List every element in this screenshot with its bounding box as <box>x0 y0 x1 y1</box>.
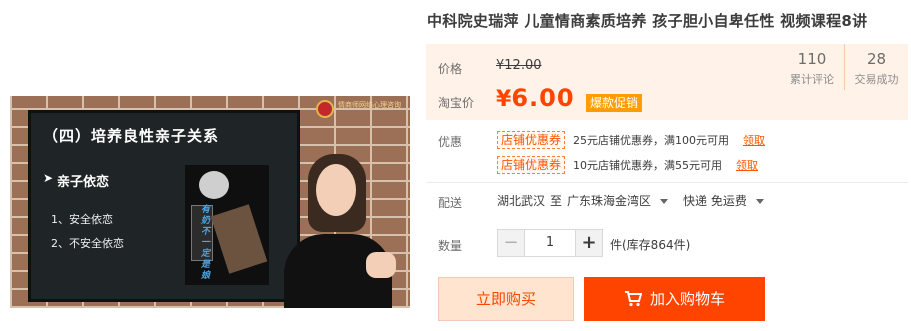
stat-number: 110 <box>797 50 827 68</box>
stat-caption: 累计评论 <box>790 73 834 86</box>
ship-to-word: 至 <box>550 194 563 208</box>
product-image[interactable]: （四）培养良性亲子关系 ➤ 亲子依恋 1、安全依恋 2、不安全依恋 有奶不一定是… <box>10 96 410 308</box>
shipping-label: 配送 <box>438 196 463 210</box>
coupon-tag: 店铺优惠券 <box>497 131 566 149</box>
buy-now-button[interactable]: 立即购买 <box>438 277 574 321</box>
shipping-method-text: 快递 免运费 <box>683 194 747 208</box>
arrow-icon: ➤ <box>43 171 54 185</box>
stat-number: 28 <box>866 50 887 68</box>
quantity-input[interactable]: 1 <box>525 229 575 257</box>
claim-coupon-link[interactable]: 领取 <box>736 157 758 173</box>
destination-selector[interactable]: 广东珠海金湾区 <box>567 192 669 209</box>
slide-item: 1、安全依恋 <box>51 213 113 226</box>
shipping-method-selector[interactable]: 快递 免运费 <box>683 192 764 209</box>
price-label: 价格 <box>438 62 463 76</box>
price-panel: 价格 ¥12.00 淘宝价 ¥6.00 爆款促销 110 累计评论 28 交易成… <box>426 44 908 120</box>
current-price: ¥6.00 <box>496 84 575 112</box>
coupon-row: 店铺优惠券 10元店铺优惠券，满55元可用 领取 <box>497 155 758 175</box>
coupon-description: 25元店铺优惠券，满100元可用 <box>573 134 730 147</box>
sales-stats: 110 累计评论 28 交易成功 <box>780 44 908 90</box>
quantity-stepper: − 1 + <box>497 229 603 257</box>
cart-icon <box>624 291 642 307</box>
coupon-description: 10元店铺优惠券，满55元可用 <box>573 159 723 172</box>
quantity-label: 数量 <box>438 239 463 253</box>
product-title: 中科院史瑞萍 儿童情商素质培养 孩子胆小自卑任性 视频课程8讲 <box>427 12 868 30</box>
slide-photo: 有奶不一定是娘 <box>185 165 269 285</box>
slide-title: （四）培养良性亲子关系 <box>43 127 220 145</box>
slide-heading: 亲子依恋 <box>57 175 110 190</box>
stat-caption: 交易成功 <box>854 73 899 86</box>
blackboard: （四）培养良性亲子关系 ➤ 亲子依恋 1、安全依恋 2、不安全依恋 有奶不一定是… <box>28 110 300 302</box>
promo-badge: 爆款促销 <box>586 94 643 112</box>
currency-symbol: ¥ <box>496 87 512 112</box>
chevron-down-icon <box>755 199 764 204</box>
channel-badge: 情商师网络心理咨询 <box>316 98 410 120</box>
decrease-quantity-button[interactable]: − <box>497 229 525 257</box>
promotions-label: 优惠 <box>438 135 463 149</box>
taobao-price-label: 淘宝价 <box>438 96 475 110</box>
stock-info: 件(库存864件) <box>610 238 691 252</box>
claim-coupon-link[interactable]: 领取 <box>743 132 765 148</box>
current-price-value: 6.00 <box>511 84 575 112</box>
destination-text: 广东珠海金湾区 <box>567 194 652 208</box>
coupon-tag: 店铺优惠券 <box>497 156 566 174</box>
ship-from: 湖北武汉 <box>497 194 546 208</box>
lecturer-figure <box>282 154 402 308</box>
increase-quantity-button[interactable]: + <box>575 229 603 257</box>
logo-icon <box>316 100 334 118</box>
stat-transactions[interactable]: 28 交易成功 <box>844 44 908 90</box>
shipping-info: 湖北武汉 至 广东珠海金湾区 快递 免运费 <box>497 192 769 209</box>
chevron-down-icon <box>660 199 669 204</box>
slide-vertical-caption: 有奶不一定是娘 <box>201 205 211 281</box>
divider <box>426 182 908 183</box>
stat-reviews[interactable]: 110 累计评论 <box>780 44 844 90</box>
slide-item: 2、不安全依恋 <box>51 237 124 250</box>
coupon-row: 店铺优惠券 25元店铺优惠券，满100元可用 领取 <box>497 130 765 150</box>
original-price: ¥12.00 <box>496 58 542 73</box>
add-to-cart-label: 加入购物车 <box>649 290 725 308</box>
add-to-cart-button[interactable]: 加入购物车 <box>584 277 765 321</box>
